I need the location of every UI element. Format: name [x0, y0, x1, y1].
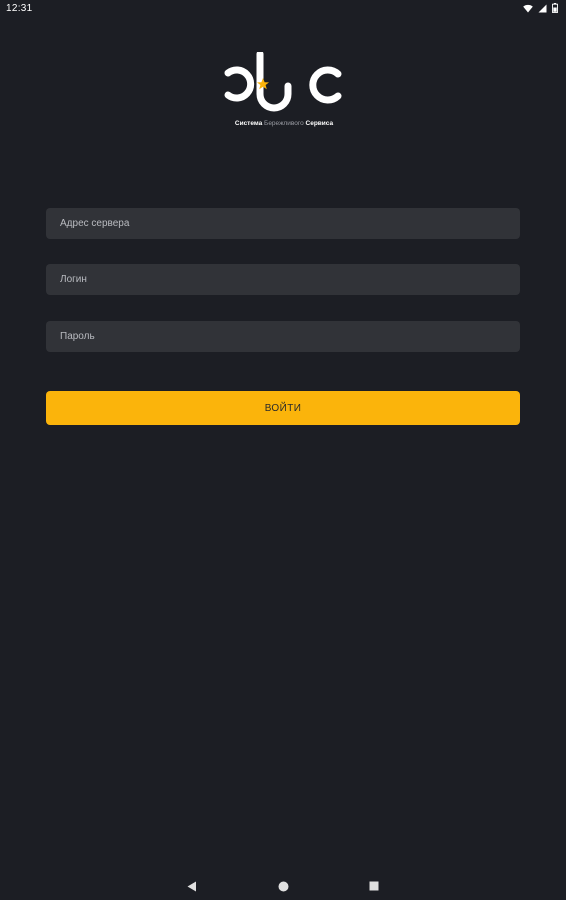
logo-caption-word-2: Бережливого	[264, 120, 304, 127]
cellular-signal-icon	[538, 4, 547, 12]
app-logo: Система Бережливого Сервиса	[222, 50, 346, 132]
password-input[interactable]	[60, 331, 506, 342]
login-field[interactable]	[46, 264, 520, 295]
logo-caption-word-3: Сервиса	[305, 120, 334, 127]
status-icons	[523, 3, 558, 13]
logo-mark	[224, 50, 342, 112]
back-icon	[187, 881, 196, 891]
logo-caption-word-1: Система	[234, 120, 263, 127]
recents-button[interactable]	[366, 878, 382, 894]
status-time: 12:31	[6, 3, 33, 14]
password-field[interactable]	[46, 321, 520, 352]
recents-icon	[369, 881, 379, 891]
home-button[interactable]	[275, 878, 291, 894]
wifi-icon	[523, 4, 533, 12]
login-button[interactable]: войти	[46, 391, 520, 425]
back-button[interactable]	[184, 878, 200, 894]
status-bar: 12:31	[0, 0, 566, 18]
battery-icon	[552, 3, 558, 13]
server-address-field[interactable]	[46, 208, 520, 239]
home-icon	[278, 881, 288, 891]
logo-caption: Система Бережливого Сервиса	[222, 120, 346, 127]
login-screen: 12:31 Система Бережливого Сервиса Адрес …	[0, 0, 566, 900]
server-address-input[interactable]	[60, 218, 506, 229]
login-input[interactable]	[60, 274, 506, 285]
system-nav-bar	[0, 872, 566, 900]
